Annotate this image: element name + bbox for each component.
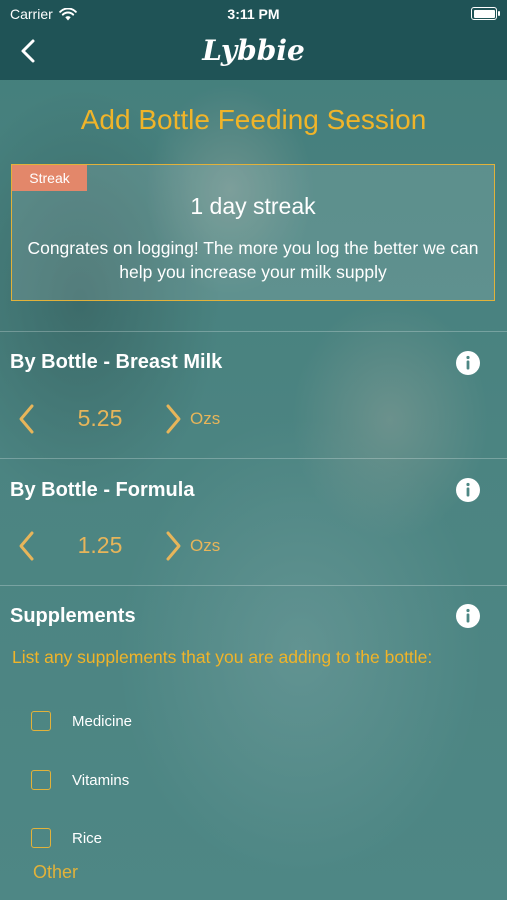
rice-checkbox[interactable] (31, 828, 51, 848)
divider (0, 331, 507, 332)
formula-value[interactable]: 1.25 (50, 532, 150, 559)
vitamins-checkbox[interactable] (31, 770, 51, 790)
breast-milk-value[interactable]: 5.25 (50, 405, 150, 432)
streak-badge: Streak (12, 165, 87, 191)
main-content: Add Bottle Feeding Session Streak 1 day … (0, 80, 507, 900)
nav-bar: Lybbie (0, 28, 507, 80)
divider (0, 458, 507, 459)
page-title: Add Bottle Feeding Session (80, 104, 427, 135)
breast-milk-decrease-button[interactable] (16, 403, 38, 435)
streak-card: Streak 1 day streak Congrates on logging… (11, 164, 495, 301)
breast-milk-title: By Bottle - Breast Milk (10, 351, 223, 373)
breast-milk-unit: Ozs (190, 409, 221, 428)
battery-icon (471, 7, 500, 20)
supplements-info-icon[interactable] (456, 604, 480, 628)
other-label[interactable]: Other (33, 862, 78, 883)
checkbox-row-vitamins[interactable]: Vitamins (31, 768, 129, 792)
formula-decrease-button[interactable] (16, 530, 38, 562)
rice-label: Rice (72, 829, 103, 847)
divider (0, 585, 507, 586)
formula-increase-button[interactable] (162, 530, 184, 562)
medicine-checkbox[interactable] (31, 711, 51, 731)
supplements-title: Supplements (10, 605, 136, 627)
top-bar: Carrier 3:11 PM Lybbie (0, 0, 507, 80)
supplements-prompt: List any supplements that you are adding… (12, 647, 433, 667)
vitamins-label: Vitamins (72, 771, 130, 789)
app-logo: Lybbie (202, 34, 305, 67)
streak-title: 1 day streak (190, 193, 316, 219)
formula-info-icon[interactable] (456, 478, 480, 502)
breast-milk-info-icon[interactable] (456, 351, 480, 375)
streak-message: Congrates on logging! The more you log t… (27, 238, 479, 282)
checkbox-row-medicine[interactable]: Medicine (31, 709, 132, 733)
medicine-label: Medicine (72, 712, 133, 730)
status-bar: Carrier 3:11 PM (0, 0, 507, 28)
status-time: 3:11 PM (227, 6, 280, 22)
formula-unit: Ozs (190, 536, 221, 555)
breast-milk-increase-button[interactable] (162, 403, 184, 435)
checkbox-row-rice[interactable]: Rice (31, 826, 102, 850)
formula-title: By Bottle - Formula (10, 479, 195, 501)
